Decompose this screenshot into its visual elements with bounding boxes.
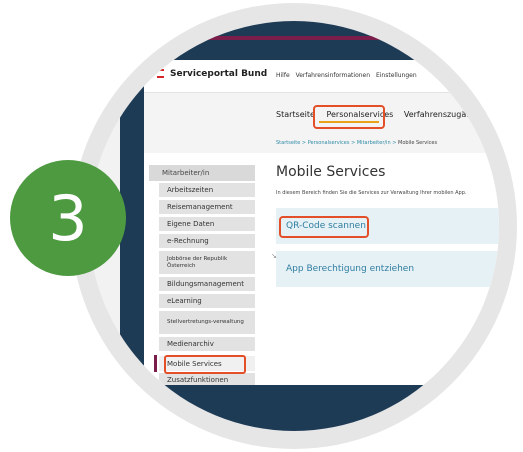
topnav-procedure-info-link[interactable]: Verfahrensinformationen: [296, 72, 370, 79]
tab-startseite[interactable]: Startseite: [276, 110, 315, 119]
page-description: In diesem Bereich finden Sie die Service…: [276, 190, 467, 196]
page-title: Mobile Services: [276, 164, 386, 180]
breadcrumb-personalservices[interactable]: Personalservices: [308, 140, 350, 146]
brand-logo[interactable]: Serviceportal Bund: [157, 69, 267, 79]
bottom-frame: [130, 385, 499, 431]
sidebar-item-e-rechnung[interactable]: e-Rechnung: [159, 234, 255, 248]
sidebar-item-stellvertretungsverwaltung[interactable]: Stellvertretungs-verwaltung: [159, 311, 255, 334]
sidebar-title: Mitarbeiter/in: [149, 165, 255, 181]
portal-screen: Serviceportal Bund Hilfe Verfahrensinfor…: [89, 21, 499, 431]
step-number-badge: 3: [10, 160, 126, 276]
sidebar-item-jobboerse[interactable]: Jobbörse der Republik Österreich: [159, 251, 255, 274]
austria-flag-icon: [157, 69, 164, 78]
breadcrumb-startseite[interactable]: Startseite: [276, 140, 300, 146]
sidebar-item-bildungsmanagement[interactable]: Bildungsmanagement: [159, 277, 255, 291]
active-sidebar-highlight: [164, 355, 246, 374]
breadcrumb-mitarbeiter[interactable]: Mitarbeiter/in: [357, 140, 391, 146]
magnifier-lens: Serviceportal Bund Hilfe Verfahrensinfor…: [89, 21, 499, 431]
top-navigation: Hilfe Verfahrensinformationen Einstellun…: [276, 72, 421, 79]
qr-code-highlight: [279, 216, 369, 238]
mouse-cursor-icon: ↘: [271, 252, 277, 260]
top-accent-band: [130, 36, 499, 40]
active-tab-highlight: [313, 105, 385, 129]
topnav-settings-link[interactable]: Einstellungen: [376, 72, 417, 79]
sidebar-item-eigene-daten[interactable]: Eigene Daten: [159, 217, 255, 231]
sidebar-item-medienarchiv[interactable]: Medienarchiv: [159, 337, 255, 351]
sidebar-item-arbeitszeiten[interactable]: Arbeitszeiten: [159, 183, 255, 197]
breadcrumb-current: Mobile Services: [398, 140, 438, 146]
sidebar-item-elearning[interactable]: eLearning: [159, 294, 255, 308]
topnav-help-link[interactable]: Hilfe: [276, 72, 290, 79]
breadcrumb: Startseite > Personalservices > Mitarbei…: [276, 140, 438, 146]
top-frame: [130, 21, 499, 60]
tab-verfahrenszugaenge[interactable]: Verfahrenszugänge: [404, 110, 481, 119]
active-sidebar-marker: [154, 355, 157, 372]
brand-name: Serviceportal Bund: [170, 69, 268, 79]
sidebar-item-reisemanagement[interactable]: Reisemanagement: [159, 200, 255, 214]
revoke-app-permission-link[interactable]: App Berechtigung entziehen: [286, 264, 414, 274]
